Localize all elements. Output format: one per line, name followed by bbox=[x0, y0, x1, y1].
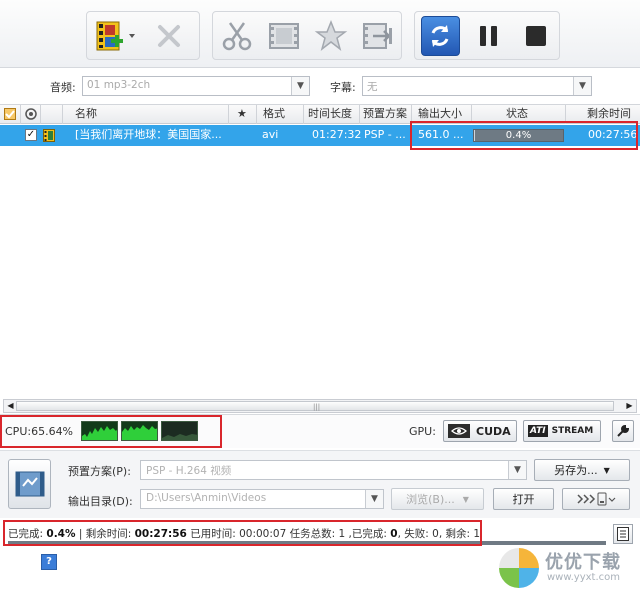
subtitle-label: 字幕: bbox=[330, 81, 356, 94]
chevron-down-icon[interactable]: ▼ bbox=[573, 77, 591, 95]
header-duration[interactable]: 时间长度 bbox=[304, 105, 360, 124]
wrench-icon bbox=[617, 424, 630, 437]
ati-stream-button[interactable]: ATI STREAM bbox=[523, 420, 601, 442]
stream-label: STREAM bbox=[551, 426, 594, 436]
save-as-button[interactable]: 另存为... ▼ bbox=[534, 459, 630, 481]
help-button[interactable]: ? bbox=[41, 554, 57, 570]
cut-button[interactable] bbox=[219, 18, 254, 54]
log-button[interactable] bbox=[613, 524, 633, 544]
film-add-icon bbox=[96, 21, 135, 50]
chevron-down-icon: ▼ bbox=[603, 465, 610, 475]
chevron-down-icon[interactable]: ▼ bbox=[365, 490, 383, 508]
cpu-highlight-box bbox=[0, 415, 222, 448]
preset-value: PSP - H.264 视频 bbox=[146, 465, 232, 477]
header-name[interactable]: 名称 bbox=[63, 105, 229, 124]
open-folder-button[interactable]: 打开 bbox=[493, 488, 554, 510]
transfer-device-icon bbox=[577, 492, 616, 506]
stop-button[interactable] bbox=[518, 18, 553, 54]
cuda-button[interactable]: CUDA bbox=[443, 420, 517, 442]
options-row: 音频: 01 mp3-2ch ▼ 字幕: 无 ▼ bbox=[0, 72, 640, 100]
row-format: avi bbox=[262, 128, 279, 141]
toolbar bbox=[0, 0, 640, 68]
browse-label: 浏览(B)... bbox=[406, 493, 455, 506]
scissors-icon bbox=[222, 21, 251, 50]
edit-group bbox=[212, 11, 402, 60]
save-as-label: 另存为... bbox=[554, 464, 598, 477]
output-dir-value: D:\Users\Anmin\Videos bbox=[146, 492, 267, 504]
output-label: 输出目录(D): bbox=[68, 495, 133, 508]
chevron-down-icon[interactable]: ▼ bbox=[508, 461, 526, 479]
subtitle-select[interactable]: 无 ▼ bbox=[362, 76, 592, 96]
scroll-right-icon[interactable]: ▶ bbox=[623, 400, 636, 412]
merge-button[interactable] bbox=[360, 18, 395, 54]
watermark: 优优下载 www.yyxt.com bbox=[497, 546, 637, 590]
header-blank bbox=[41, 105, 63, 124]
open-label: 打开 bbox=[512, 493, 535, 506]
film-file-icon bbox=[43, 129, 57, 142]
header-preset[interactable]: 预置方案 bbox=[360, 105, 412, 124]
preset-select[interactable]: PSP - H.264 视频 ▼ bbox=[140, 460, 527, 480]
scroll-thumb[interactable]: ||| bbox=[16, 401, 614, 411]
audio-value: 01 mp3-2ch bbox=[87, 79, 151, 91]
transfer-device-button[interactable] bbox=[562, 488, 630, 510]
header-star[interactable]: ★ bbox=[229, 105, 257, 124]
gpu-label: GPU: bbox=[409, 425, 436, 438]
bottom-status: 已完成: 0.4% | 剩余时间: 00:27:56 已用时间: 00:00:0… bbox=[0, 518, 640, 597]
film-merge-icon bbox=[362, 22, 392, 49]
row-checkbox[interactable]: ✓ bbox=[25, 129, 37, 141]
add-file-button[interactable] bbox=[93, 18, 139, 54]
browse-button[interactable]: 浏览(B)... ▼ bbox=[391, 488, 484, 510]
horizontal-scrollbar[interactable]: ◀ ||| ▶ bbox=[3, 399, 637, 413]
row-preset: PSP - ... bbox=[364, 128, 406, 141]
chevron-down-icon[interactable]: ▼ bbox=[291, 77, 309, 95]
video-edit-button[interactable] bbox=[266, 18, 301, 54]
film-icon bbox=[268, 22, 299, 49]
pause-button[interactable] bbox=[472, 18, 507, 54]
row-highlight-box bbox=[410, 121, 638, 150]
subtitle-value: 无 bbox=[367, 81, 378, 93]
watermark-logo-icon bbox=[499, 548, 539, 588]
summary-highlight-box bbox=[3, 520, 482, 546]
header-target-icon[interactable] bbox=[21, 105, 41, 124]
remove-button[interactable] bbox=[151, 18, 187, 54]
convert-button[interactable] bbox=[421, 15, 460, 56]
ati-logo: ATI bbox=[528, 425, 548, 437]
nvidia-icon bbox=[448, 424, 470, 438]
audio-select[interactable]: 01 mp3-2ch ▼ bbox=[82, 76, 310, 96]
watermark-url: www.yyxt.com bbox=[547, 572, 621, 583]
effects-button[interactable] bbox=[313, 18, 348, 54]
grip-icon: ||| bbox=[313, 403, 321, 411]
x-icon bbox=[158, 24, 180, 47]
header-check-icon[interactable] bbox=[0, 105, 21, 124]
status-strip: CPU:65.64% GPU: CUDA ATI STREAM bbox=[0, 414, 640, 448]
refresh-icon bbox=[431, 24, 449, 47]
process-group bbox=[414, 11, 560, 60]
audio-label: 音频: bbox=[50, 81, 76, 94]
cuda-label: CUDA bbox=[476, 424, 511, 438]
preset-label: 预置方案(P): bbox=[68, 465, 131, 478]
log-icon bbox=[617, 527, 629, 541]
settings-panel: 预置方案(P): PSP - H.264 视频 ▼ 另存为... ▼ 输出目录(… bbox=[0, 450, 640, 518]
row-duration: 01:27:32 bbox=[312, 128, 362, 141]
pause-icon bbox=[479, 25, 497, 46]
star-icon bbox=[314, 19, 347, 51]
row-name: [当我们离开地球：美国国家... bbox=[75, 128, 222, 141]
wrench-button[interactable] bbox=[612, 420, 634, 442]
file-group bbox=[86, 11, 200, 60]
chevron-down-icon: ▼ bbox=[462, 494, 469, 504]
preset-device-icon[interactable] bbox=[8, 459, 51, 509]
header-format[interactable]: 格式 bbox=[257, 105, 304, 124]
stop-icon bbox=[525, 25, 546, 46]
output-dir-select[interactable]: D:\Users\Anmin\Videos ▼ bbox=[140, 489, 384, 509]
watermark-text: 优优下载 bbox=[545, 552, 621, 573]
